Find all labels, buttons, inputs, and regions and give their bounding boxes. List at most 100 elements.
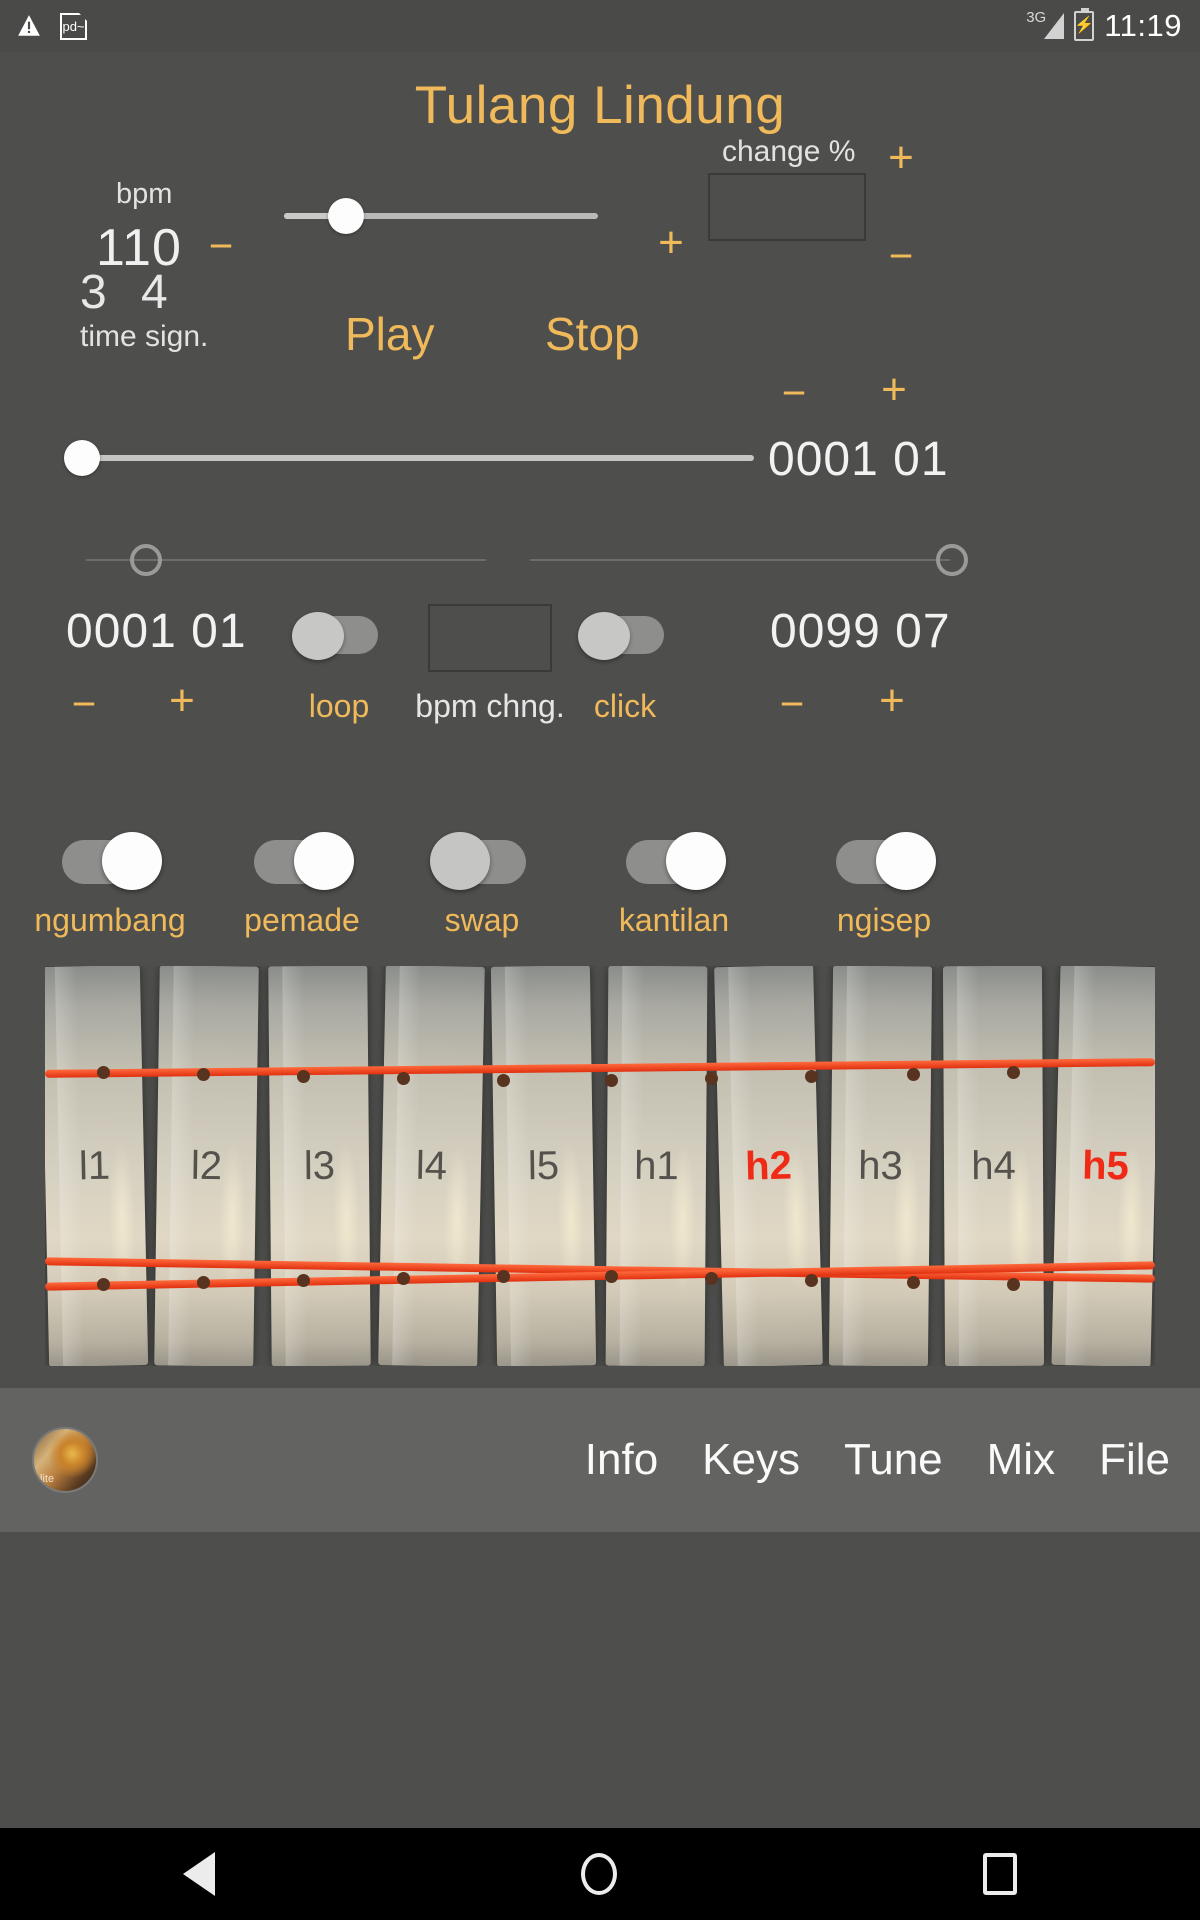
gamelan-key[interactable]: h5 — [1051, 966, 1155, 1366]
position-slider-knob[interactable] — [64, 440, 100, 476]
nav-tab-tune[interactable]: Tune — [844, 1435, 943, 1485]
change-percent-increment-button[interactable]: + — [878, 133, 924, 183]
bpm-value: 110 — [96, 219, 182, 277]
app-logo-icon[interactable]: lite — [32, 1427, 98, 1493]
loop-end-value: 0099 07 — [770, 605, 951, 658]
gamelan-key[interactable]: l1 — [45, 966, 149, 1366]
pemade-switch[interactable] — [250, 832, 354, 890]
gamelan-key-label: l2 — [190, 1143, 223, 1188]
loop-start-increment-button[interactable]: + — [158, 676, 206, 726]
cord-peg — [397, 1072, 410, 1085]
part-toggle-ngisep[interactable]: ngisep — [784, 832, 984, 939]
bpm-decrement-button[interactable]: − — [196, 222, 246, 270]
gamelan-key[interactable]: h3 — [829, 966, 933, 1366]
gamelan-key[interactable]: l2 — [154, 966, 260, 1366]
gamelan-key[interactable]: l4 — [378, 966, 485, 1366]
loop-end-increment-button[interactable]: + — [868, 676, 916, 726]
gamelan-key[interactable]: l5 — [491, 966, 597, 1366]
gamelan-key[interactable]: l3 — [267, 966, 371, 1366]
kantilan-switch[interactable] — [622, 832, 726, 890]
gamelan-key[interactable]: h2 — [714, 966, 823, 1366]
loop-end-decrement-button[interactable]: − — [768, 680, 816, 728]
home-circle-icon[interactable] — [581, 1853, 617, 1895]
loop-range-end-handle[interactable] — [936, 544, 968, 576]
gamelan-key-label: l1 — [78, 1143, 111, 1188]
pemade-switch-knob — [294, 832, 354, 890]
nav-tab-file[interactable]: File — [1099, 1435, 1170, 1485]
bottom-navigation-bar: lite Info Keys Tune Mix File — [0, 1388, 1200, 1532]
ngumbang-switch-knob — [102, 832, 162, 890]
charging-bolt-icon: ⚡ — [1074, 17, 1095, 34]
swap-switch-knob — [430, 832, 490, 890]
bpm-change-field[interactable] — [428, 604, 552, 672]
cord-peg — [497, 1270, 510, 1283]
gamelan-key-label: l5 — [527, 1143, 560, 1188]
loop-range-slider[interactable] — [64, 544, 968, 578]
ngumbang-switch[interactable] — [58, 832, 162, 890]
nav-tab-keys[interactable]: Keys — [702, 1435, 800, 1485]
cord-peg — [705, 1272, 718, 1285]
app-logo-caption: lite — [40, 1473, 55, 1485]
ngisep-label: ngisep — [836, 902, 932, 938]
recents-square-icon[interactable] — [983, 1853, 1017, 1895]
bpm-slider[interactable] — [284, 198, 598, 234]
bpm-increment-button[interactable]: + — [646, 218, 696, 268]
part-toggle-ngumbang[interactable]: ngumbang — [10, 832, 210, 939]
gamelan-key-label: l3 — [303, 1143, 335, 1188]
click-toggle[interactable] — [578, 612, 672, 660]
cord-peg — [297, 1274, 310, 1287]
gamelan-key-label: h3 — [858, 1143, 904, 1188]
play-button[interactable]: Play — [345, 307, 434, 361]
nav-tab-info[interactable]: Info — [585, 1435, 658, 1485]
nav-tab-mix[interactable]: Mix — [987, 1435, 1055, 1485]
cord-peg — [805, 1274, 818, 1287]
swap-switch[interactable] — [430, 832, 534, 890]
signal-icon: 3G — [1026, 9, 1065, 41]
bpm-slider-knob[interactable] — [328, 198, 364, 234]
status-bar-right: 3G ⚡ 11:19 — [1026, 8, 1200, 44]
gamelan-key-label: h1 — [633, 1143, 679, 1188]
gamelan-key[interactable]: h1 — [605, 966, 708, 1366]
time-signature-unit[interactable]: 4 — [141, 265, 168, 320]
time-signature-label: time sign. — [80, 320, 209, 353]
back-triangle-icon[interactable] — [183, 1852, 215, 1896]
gamelan-key[interactable]: h4 — [942, 966, 1044, 1366]
cord-peg — [497, 1074, 510, 1087]
loop-start-decrement-button[interactable]: − — [60, 680, 108, 728]
ngumbang-label: ngumbang — [34, 902, 186, 938]
cord-peg — [1007, 1278, 1020, 1291]
part-toggle-pemade[interactable]: pemade — [202, 832, 402, 939]
stop-button[interactable]: Stop — [545, 307, 640, 361]
part-toggle-kantilan[interactable]: kantilan — [574, 832, 774, 939]
position-decrement-button[interactable]: − — [768, 369, 820, 417]
click-toggle-label: click — [593, 688, 657, 724]
gamelan-key-label: h4 — [970, 1143, 1016, 1188]
swap-label: swap — [444, 902, 520, 938]
kantilan-switch-knob — [666, 832, 726, 890]
pemade-label: pemade — [244, 902, 360, 938]
loop-toggle[interactable] — [292, 612, 386, 660]
ngisep-switch[interactable] — [832, 832, 936, 890]
cord-peg — [297, 1070, 310, 1083]
time-signature-beats[interactable]: 3 — [80, 265, 107, 320]
loop-toggle-label: loop — [308, 688, 370, 724]
status-bar: pd~ 3G ⚡ 11:19 — [0, 0, 1200, 52]
loop-range-start-handle[interactable] — [130, 544, 162, 576]
warning-triangle-icon — [18, 15, 40, 36]
position-slider[interactable] — [64, 440, 754, 476]
cord-peg — [197, 1276, 210, 1289]
page-title: Tulang Lindung — [414, 76, 786, 135]
part-toggles: ngumbang pemade swap kantilan ngisep — [0, 832, 1200, 962]
gamelan-key-label: h2 — [744, 1142, 793, 1189]
part-toggle-swap[interactable]: swap — [382, 832, 582, 939]
change-percent-field[interactable] — [708, 173, 866, 241]
cord-peg — [97, 1278, 110, 1291]
cord-peg — [1007, 1066, 1020, 1079]
cord-peg — [605, 1074, 618, 1087]
kantilan-label: kantilan — [618, 902, 730, 938]
bpm-label: bpm — [116, 178, 173, 210]
cord-peg — [907, 1068, 920, 1081]
position-increment-button[interactable]: + — [868, 365, 920, 415]
battery-charging-icon: ⚡ — [1074, 8, 1095, 41]
change-percent-decrement-button[interactable]: − — [878, 232, 924, 280]
